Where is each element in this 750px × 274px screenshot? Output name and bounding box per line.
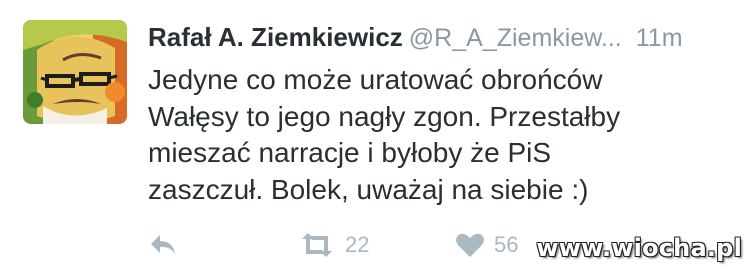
avatar[interactable] [23, 20, 127, 124]
tweet-header: Rafał A. Ziemkiewicz @R_A_Ziemkiew... 11m [148, 22, 738, 58]
author-handle[interactable]: @R_A_Ziemkiew... [409, 24, 622, 53]
retweet-button[interactable]: 22 [298, 228, 369, 262]
retweet-icon [302, 233, 332, 257]
tweet-text: Jedyne co może uratować obrońców Wałęsy … [148, 62, 708, 208]
avatar-image [23, 20, 127, 124]
like-button[interactable]: 56 [455, 228, 518, 262]
tweet-text-line: Wałęsy to jego nagły zgon. Przestałby [148, 100, 621, 132]
tweet-text-line: zaszczuł. Bolek, uważaj na siebie :) [148, 173, 589, 205]
tweet-text-line: Jedyne co może uratować obrońców [148, 64, 603, 95]
like-count: 56 [494, 232, 519, 257]
watermark-logo: www.wiocha.pl [536, 234, 742, 262]
tweet[interactable]: Rafał A. Ziemkiewicz @R_A_Ziemkiew... 11m … [0, 0, 750, 274]
tweet-timestamp[interactable]: 11m [636, 24, 683, 53]
author-name[interactable]: Rafał A. Ziemkiewicz [148, 22, 403, 53]
reply-button[interactable] [148, 228, 178, 262]
retweet-count: 22 [345, 232, 370, 257]
tweet-text-line: mieszać narracje i byłoby że PiS [148, 137, 552, 168]
heart-icon [456, 233, 484, 257]
reply-icon [151, 235, 175, 254]
